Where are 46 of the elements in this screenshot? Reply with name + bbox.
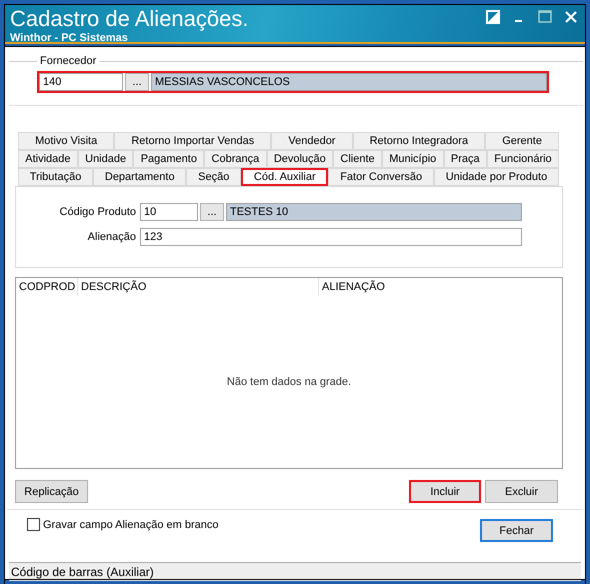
lookup-button[interactable]: ... [125,73,149,91]
column-header[interactable]: ALIENAÇÃO [319,278,562,296]
tab[interactable]: Pagamento [133,150,204,168]
tab[interactable]: Tributação [18,168,94,186]
tab[interactable]: Unidade [78,150,134,168]
tab[interactable]: Cliente [333,150,382,168]
theme-icon[interactable] [486,10,500,24]
close-icon[interactable] [564,10,578,24]
alienation-field[interactable]: 123 [140,228,522,246]
action-button[interactable]: Replicação [15,480,88,503]
window-subtitle: Winthor - PC Sistemas [10,32,129,44]
action-button[interactable]: Excluir [485,480,558,503]
tab[interactable]: Retorno Importar Vendas [114,132,272,150]
tab[interactable]: Vendedor [271,132,353,150]
field-label: Alienação [86,231,137,243]
supplier-name-field: MESSIAS VASCONCELOS [151,73,547,91]
column-header[interactable]: CODPROD [16,278,78,296]
column-header[interactable]: DESCRIÇÃO [78,278,319,296]
product-name-field: TESTES 10 [226,203,522,221]
close-button[interactable]: Fechar [480,519,553,542]
status-bar: Código de barras (Auxiliar) [9,562,581,581]
tab[interactable]: Atividade [18,150,78,168]
tab[interactable]: Praça [444,150,487,168]
tab[interactable]: Departamento [93,168,186,186]
window-title: Cadastro de Alienações. [10,6,248,32]
tab[interactable]: Devolução [266,150,334,168]
checkbox[interactable] [27,518,40,531]
checkbox-label: Gravar campo Alienação em branco [43,518,218,530]
empty-grid-message: Não tem dados na grade. [226,376,352,388]
product-code-field[interactable]: 10 [140,203,198,221]
tab[interactable]: Funcionário [486,150,559,168]
field-label: Código Produto [58,206,137,218]
tab[interactable]: Município [382,150,444,168]
action-button[interactable]: Incluir [409,480,481,503]
tab[interactable]: Unidade por Produto [434,168,559,186]
tab[interactable]: Fator Conversão [328,168,434,186]
tab[interactable]: Retorno Integradora [352,132,486,150]
tab[interactable]: Gerente [485,132,559,150]
tab[interactable]: Cobrança [204,150,267,168]
supplier-code-field[interactable]: 140 [39,73,123,91]
tab[interactable]: Motivo Visita [18,132,114,150]
maximize-icon[interactable] [538,10,552,24]
group-label: Fornecedor [39,55,98,67]
lookup-button[interactable]: ... [200,203,224,221]
tab[interactable]: Cód. Auxiliar [241,168,328,186]
tab[interactable]: Seção [186,168,242,186]
